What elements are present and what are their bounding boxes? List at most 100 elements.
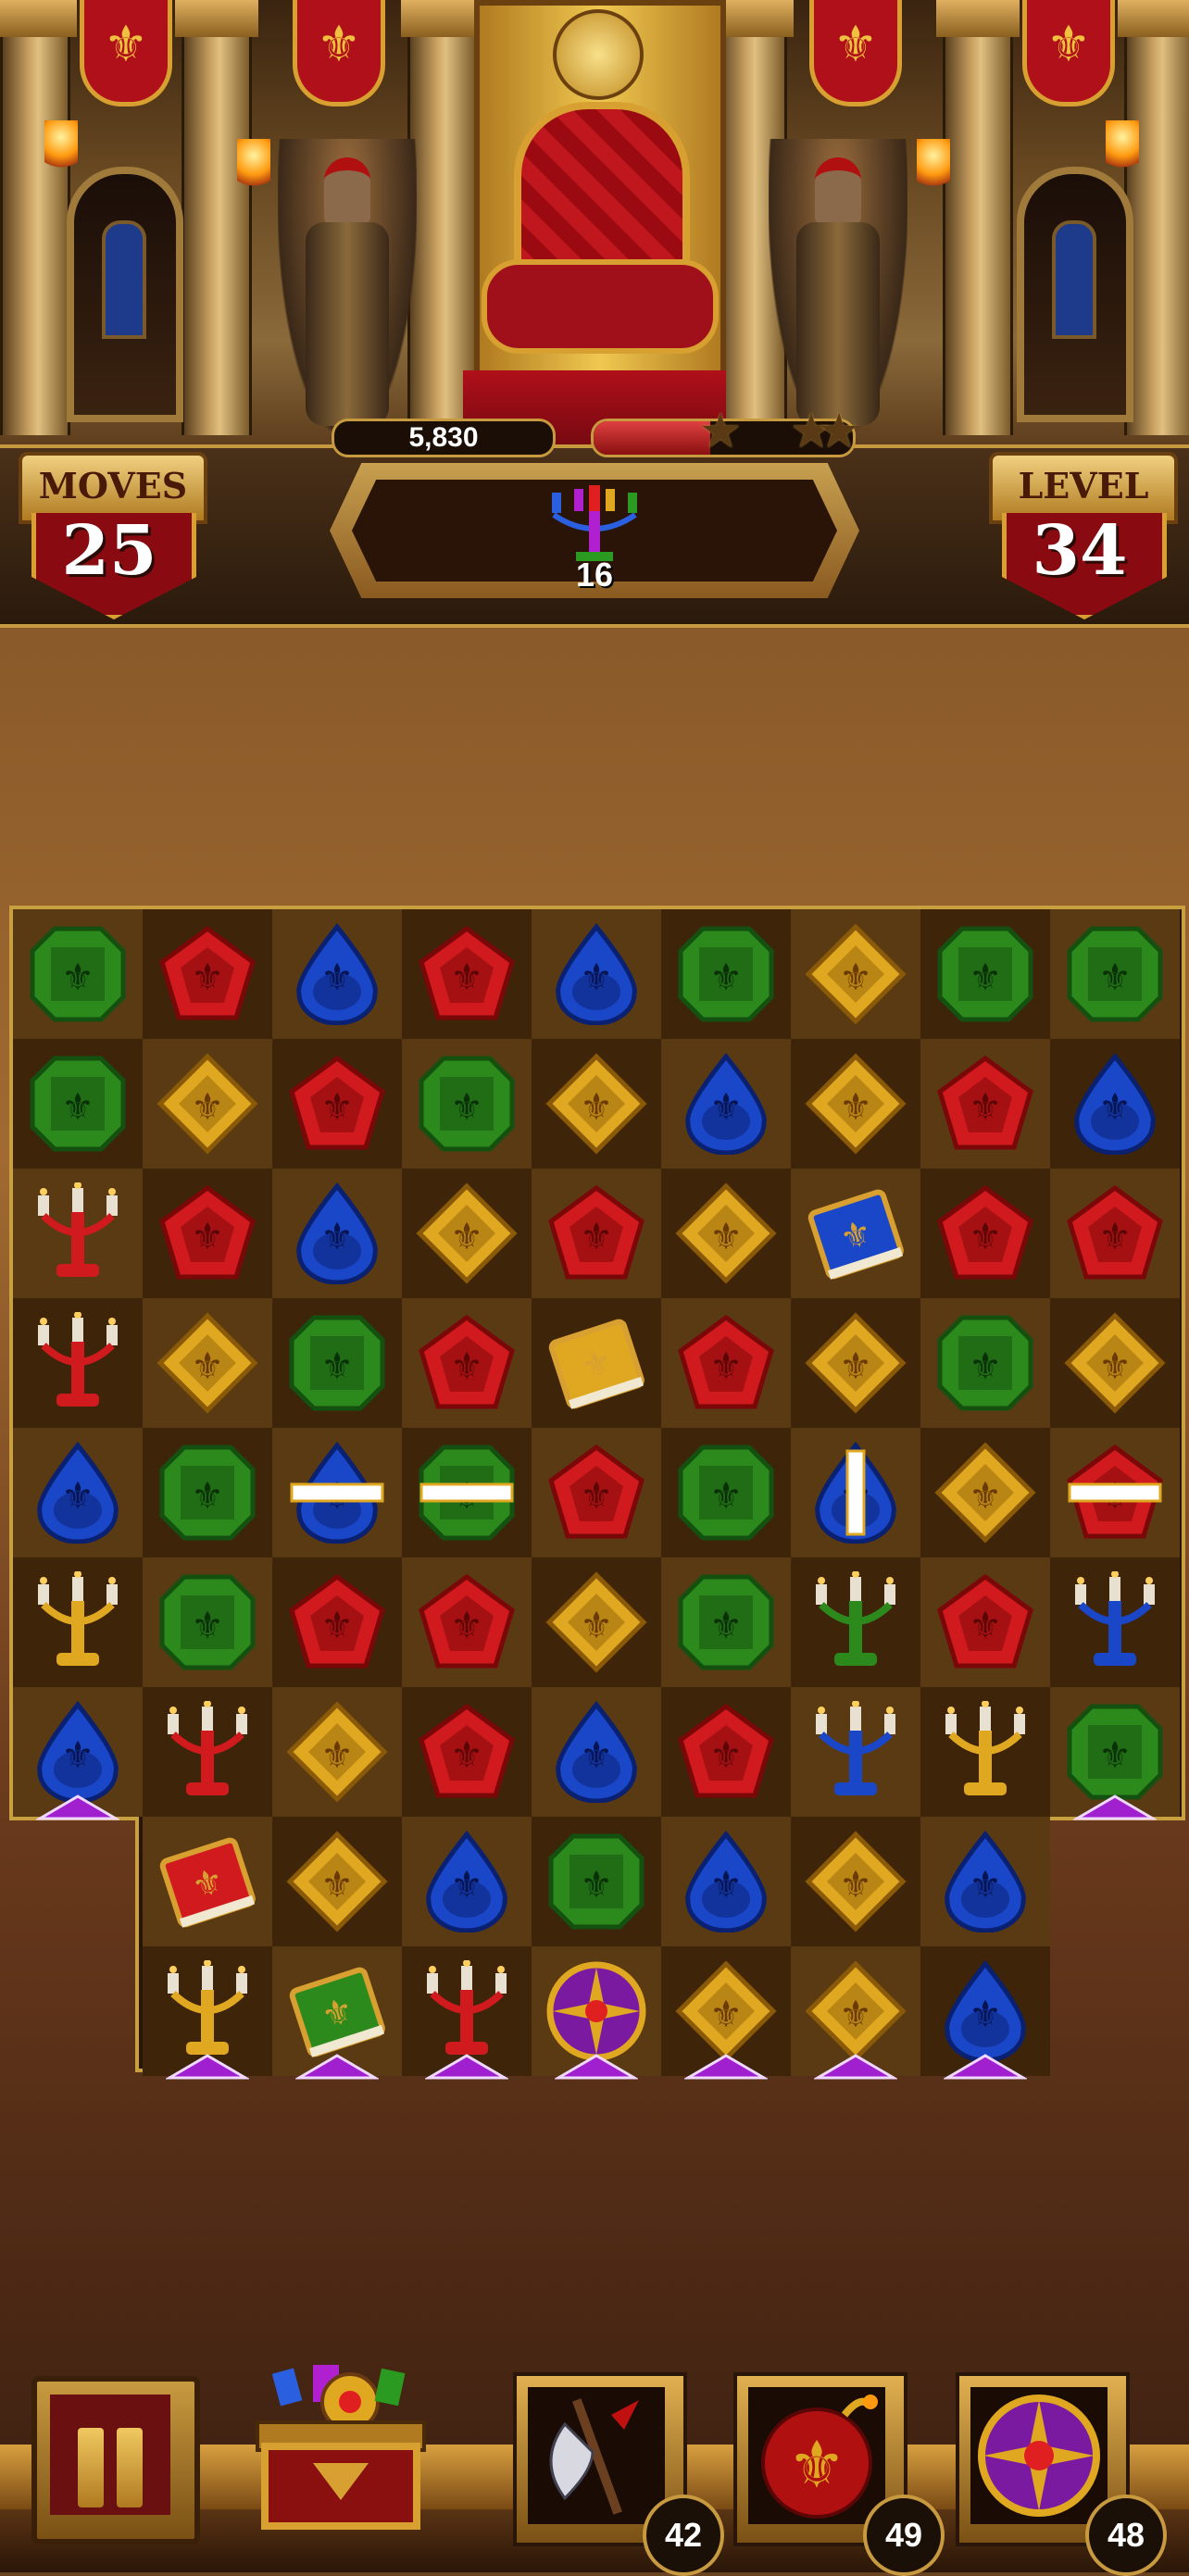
red-gem-icon[interactable]: ⚜ bbox=[156, 923, 258, 1025]
board-cell[interactable] bbox=[791, 1687, 920, 1817]
blue-gem-icon[interactable]: ⚜ bbox=[416, 1831, 518, 1932]
board-cell[interactable]: ⚜ bbox=[143, 1817, 272, 1946]
green-gem-icon[interactable]: ⚜ bbox=[27, 1053, 129, 1155]
board-cell[interactable]: ⚜ bbox=[532, 1298, 661, 1428]
board-cell[interactable]: ⚜ bbox=[920, 1169, 1050, 1298]
board-cell[interactable]: ⚜ bbox=[143, 1169, 272, 1298]
green-gem-striped-icon[interactable]: ⚜ bbox=[416, 1442, 518, 1544]
red-gem-icon[interactable]: ⚜ bbox=[286, 1053, 388, 1155]
blue-gem-icon[interactable]: ⚜ bbox=[27, 1701, 129, 1803]
gold-gem-icon[interactable]: ⚜ bbox=[416, 1182, 518, 1284]
board-cell[interactable]: ⚜ bbox=[402, 1687, 532, 1817]
green-gem-icon[interactable]: ⚜ bbox=[934, 1312, 1036, 1414]
board-cell[interactable]: ⚜ bbox=[532, 1817, 661, 1946]
board-cell[interactable]: ⚜ bbox=[920, 1817, 1050, 1946]
red-gem-striped-icon[interactable]: ⚜ bbox=[1064, 1442, 1166, 1544]
green-gem-icon[interactable]: ⚜ bbox=[1064, 923, 1166, 1025]
gold-gem-icon[interactable]: ⚜ bbox=[156, 1053, 258, 1155]
board-cell[interactable]: ⚜ bbox=[143, 1298, 272, 1428]
compass-bomb-icon[interactable] bbox=[545, 1960, 647, 2062]
board-cell[interactable]: ⚜ bbox=[402, 1557, 532, 1687]
board-cell[interactable]: ⚜ bbox=[272, 909, 402, 1039]
board-cell[interactable]: ⚜ bbox=[920, 1298, 1050, 1428]
green-gem-icon[interactable]: ⚜ bbox=[675, 1442, 777, 1544]
green-gem-icon[interactable]: ⚜ bbox=[156, 1442, 258, 1544]
board-cell[interactable]: ⚜ bbox=[1050, 1298, 1180, 1428]
board-cell[interactable]: ⚜ bbox=[1050, 1428, 1180, 1557]
gold-gem-icon[interactable]: ⚜ bbox=[545, 1053, 647, 1155]
treasure-chest-button[interactable] bbox=[248, 2361, 433, 2546]
gold-gem-icon[interactable]: ⚜ bbox=[805, 1960, 907, 2062]
board-cell[interactable]: ⚜ bbox=[791, 1169, 920, 1298]
red-gem-icon[interactable]: ⚜ bbox=[416, 1701, 518, 1803]
green-gem-icon[interactable]: ⚜ bbox=[156, 1571, 258, 1673]
red-gem-icon[interactable]: ⚜ bbox=[934, 1182, 1036, 1284]
board-cell[interactable]: ⚜ bbox=[791, 1039, 920, 1169]
board-cell[interactable]: ⚜ bbox=[272, 1039, 402, 1169]
board-cell[interactable]: ⚜ bbox=[920, 909, 1050, 1039]
green-gem-icon[interactable]: ⚜ bbox=[286, 1312, 388, 1414]
blue-gem-striped-icon[interactable]: ⚜ bbox=[805, 1442, 907, 1544]
green-gem-icon[interactable]: ⚜ bbox=[934, 923, 1036, 1025]
book-blue-icon[interactable]: ⚜ bbox=[805, 1182, 907, 1284]
candelabra-red-icon[interactable] bbox=[416, 1960, 518, 2062]
board-cell[interactable]: ⚜ bbox=[532, 1169, 661, 1298]
board-cell[interactable]: ⚜ bbox=[791, 1428, 920, 1557]
board-cell[interactable] bbox=[1050, 1557, 1180, 1687]
board-cell[interactable] bbox=[143, 1687, 272, 1817]
board-cell[interactable]: ⚜ bbox=[13, 1039, 143, 1169]
board-cell[interactable] bbox=[791, 1557, 920, 1687]
board-cell[interactable] bbox=[13, 1169, 143, 1298]
board-cell[interactable]: ⚜ bbox=[661, 1039, 791, 1169]
board-cell[interactable]: ⚜ bbox=[402, 909, 532, 1039]
board-cell[interactable]: ⚜ bbox=[272, 1298, 402, 1428]
gold-gem-icon[interactable]: ⚜ bbox=[286, 1701, 388, 1803]
red-gem-icon[interactable]: ⚜ bbox=[545, 1182, 647, 1284]
candelabra-blue-icon[interactable] bbox=[805, 1701, 907, 1803]
candelabra-red-icon[interactable] bbox=[27, 1182, 129, 1284]
board-cell[interactable]: ⚜ bbox=[143, 1557, 272, 1687]
board-cell[interactable]: ⚜ bbox=[143, 1428, 272, 1557]
gold-gem-icon[interactable]: ⚜ bbox=[675, 1182, 777, 1284]
board-cell[interactable]: ⚜ bbox=[661, 1557, 791, 1687]
gold-gem-icon[interactable]: ⚜ bbox=[545, 1571, 647, 1673]
board-cell[interactable]: ⚜ bbox=[143, 1039, 272, 1169]
board-cell[interactable]: ⚜ bbox=[1050, 909, 1180, 1039]
board-cell[interactable]: ⚜ bbox=[920, 1039, 1050, 1169]
candelabra-red-icon[interactable] bbox=[156, 1701, 258, 1803]
board-cell[interactable]: ⚜ bbox=[402, 1428, 532, 1557]
blue-gem-icon[interactable]: ⚜ bbox=[934, 1831, 1036, 1932]
board-cell[interactable]: ⚜ bbox=[532, 1557, 661, 1687]
gold-gem-icon[interactable]: ⚜ bbox=[805, 923, 907, 1025]
book-green-icon[interactable]: ⚜ bbox=[286, 1960, 388, 2062]
board-cell[interactable]: ⚜ bbox=[661, 1817, 791, 1946]
candelabra-gold-icon[interactable] bbox=[156, 1960, 258, 2062]
board-cell[interactable]: ⚜ bbox=[402, 1169, 532, 1298]
board-cell[interactable]: ⚜ bbox=[143, 909, 272, 1039]
red-gem-icon[interactable]: ⚜ bbox=[286, 1571, 388, 1673]
board-cell[interactable]: ⚜ bbox=[402, 1298, 532, 1428]
green-gem-icon[interactable]: ⚜ bbox=[1064, 1701, 1166, 1803]
board-cell[interactable]: ⚜ bbox=[661, 1687, 791, 1817]
candelabra-red-icon[interactable] bbox=[27, 1312, 129, 1414]
board-cell[interactable]: ⚜ bbox=[661, 1298, 791, 1428]
gold-gem-icon[interactable]: ⚜ bbox=[805, 1053, 907, 1155]
board-cell[interactable]: ⚜ bbox=[402, 1817, 532, 1946]
gold-gem-icon[interactable]: ⚜ bbox=[286, 1831, 388, 1932]
gold-gem-icon[interactable]: ⚜ bbox=[934, 1442, 1036, 1544]
blue-gem-icon[interactable]: ⚜ bbox=[675, 1831, 777, 1932]
blue-gem-icon[interactable]: ⚜ bbox=[675, 1053, 777, 1155]
board-cell[interactable]: ⚜ bbox=[1050, 1039, 1180, 1169]
board-cell[interactable]: ⚜ bbox=[272, 1687, 402, 1817]
candelabra-blue-icon[interactable] bbox=[1064, 1571, 1166, 1673]
red-gem-icon[interactable]: ⚜ bbox=[675, 1701, 777, 1803]
red-gem-icon[interactable]: ⚜ bbox=[416, 923, 518, 1025]
red-gem-icon[interactable]: ⚜ bbox=[416, 1312, 518, 1414]
board-cell[interactable]: ⚜ bbox=[532, 1687, 661, 1817]
board-cell[interactable]: ⚜ bbox=[402, 1039, 532, 1169]
board-cell[interactable]: ⚜ bbox=[661, 909, 791, 1039]
blue-gem-icon[interactable]: ⚜ bbox=[934, 1960, 1036, 2062]
board-cell[interactable]: ⚜ bbox=[272, 1817, 402, 1946]
candelabra-green-icon[interactable] bbox=[805, 1571, 907, 1673]
blue-gem-icon[interactable]: ⚜ bbox=[286, 923, 388, 1025]
